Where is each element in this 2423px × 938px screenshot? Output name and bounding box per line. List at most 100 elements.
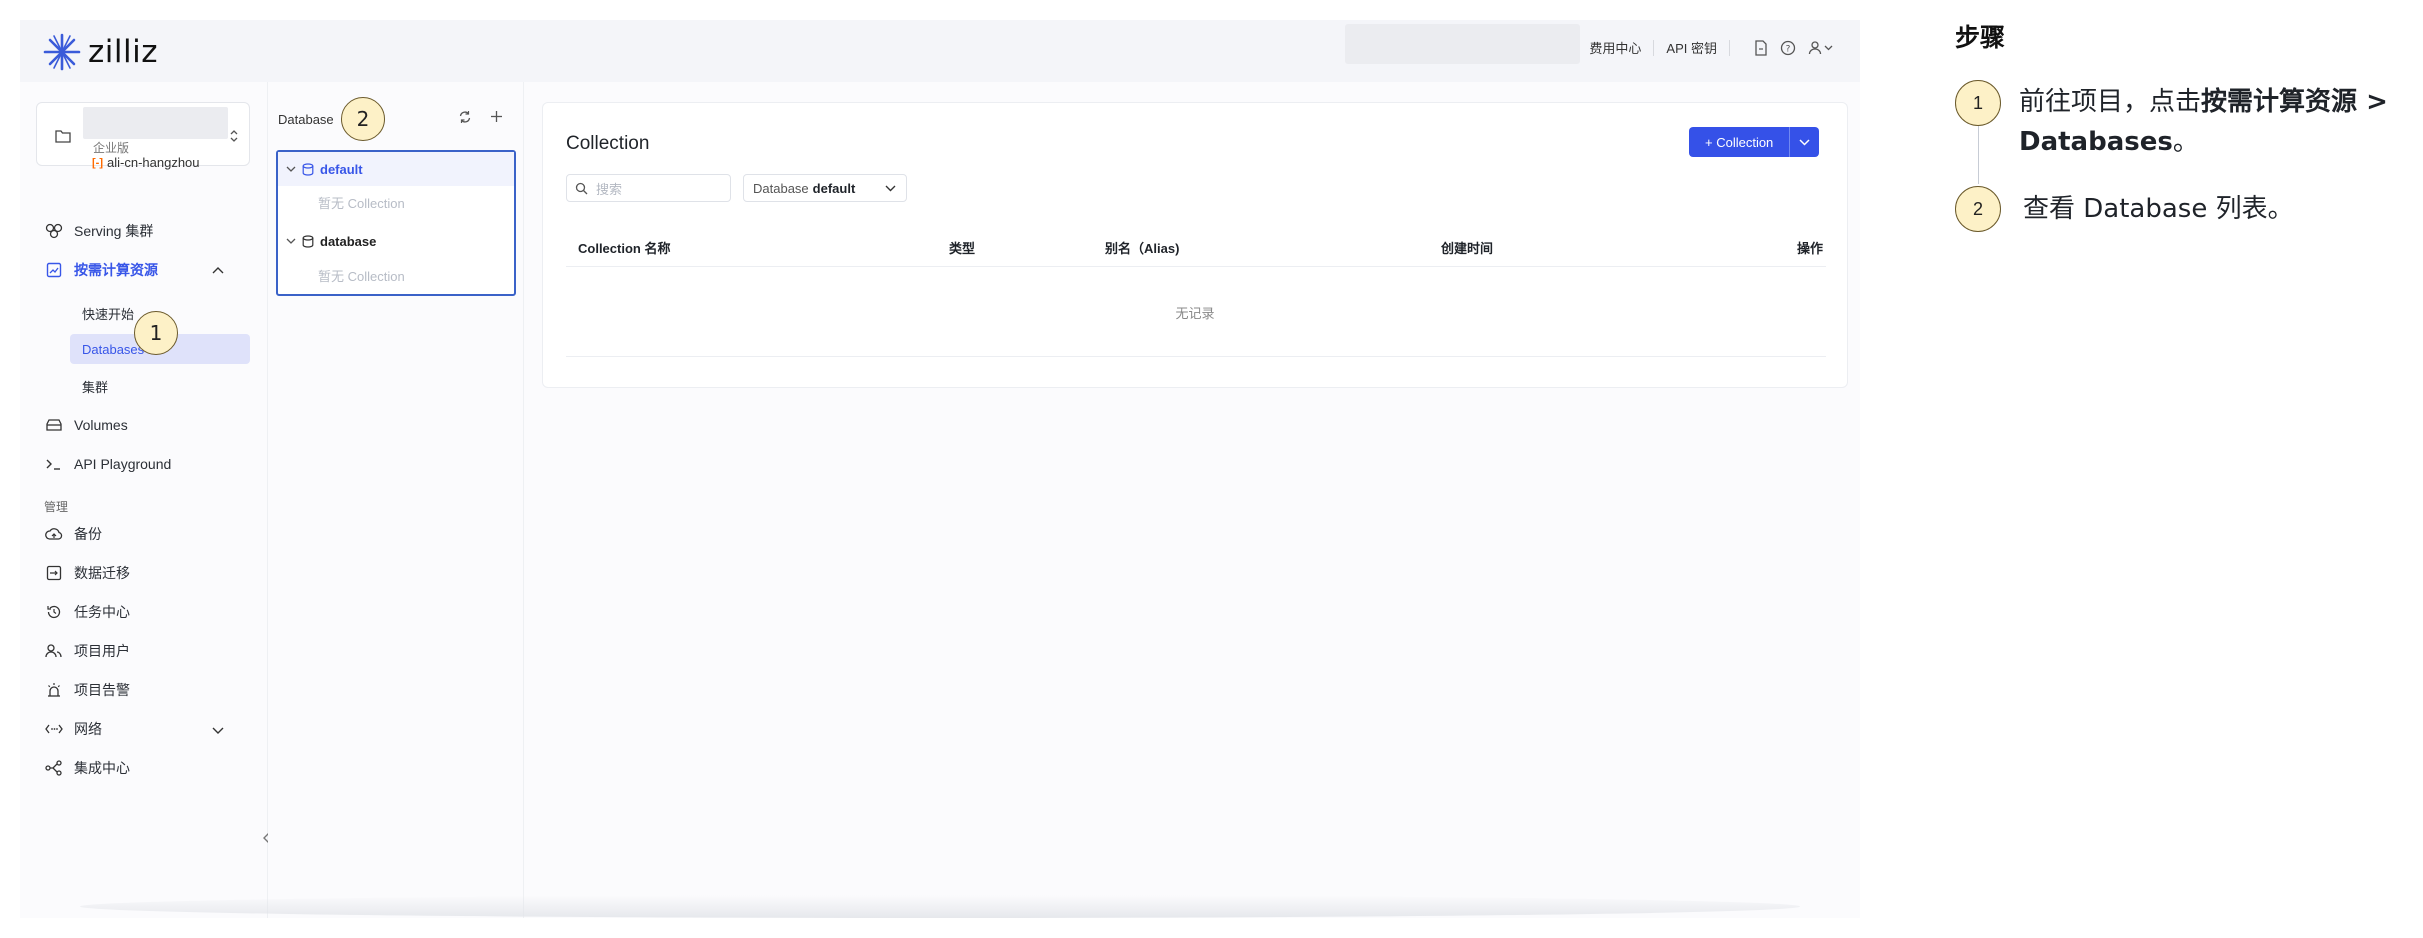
region-label: ali-cn-hangzhou: [107, 155, 200, 170]
nav-project-alarms[interactable]: 项目告警: [44, 675, 130, 705]
nav-serving-clusters[interactable]: Serving 集群: [44, 216, 153, 246]
steps-heading: 步骤: [1955, 23, 2006, 52]
project-name-redacted: [83, 107, 228, 139]
chevron-up-icon: [212, 262, 224, 278]
database-icon: [302, 162, 314, 176]
alarm-icon: [44, 682, 64, 698]
nav-data-migration[interactable]: 数据迁移: [44, 558, 130, 588]
nav-volumes[interactable]: Volumes: [44, 410, 128, 440]
column-header-created: 创建时间: [1441, 241, 1494, 256]
column-header-actions: 操作: [1797, 241, 1824, 256]
nav-label: 项目用户: [74, 643, 130, 659]
nav-label: Volumes: [74, 417, 128, 433]
nav-project-users[interactable]: 项目用户: [44, 636, 130, 666]
project-switcher[interactable]: 企业版 [-] ali-cn-hangzhou: [36, 102, 250, 170]
terminal-icon: [44, 457, 64, 471]
svg-text:?: ?: [1786, 44, 1791, 54]
column-header-alias: 别名（Alias): [1105, 241, 1180, 256]
nav-label: 备份: [74, 526, 102, 542]
help-icon[interactable]: ?: [1780, 40, 1796, 56]
divider: [1653, 39, 1655, 56]
search-icon: [575, 182, 588, 194]
tree-item-database[interactable]: database: [278, 224, 514, 258]
serving-icon: [44, 223, 64, 239]
nav-quick-start[interactable]: 快速开始: [82, 298, 134, 328]
network-icon: [44, 723, 64, 735]
nav-integration-center[interactable]: 集成中心: [44, 753, 130, 783]
step-number-1: 1: [1955, 80, 2001, 126]
empty-collection-label: 暂无 Collection: [318, 196, 405, 211]
refresh-icon[interactable]: [458, 110, 472, 128]
chevron-down-icon: [1799, 138, 1810, 146]
step-connector: [1978, 126, 1979, 184]
callout-marker-2: 2: [341, 97, 385, 141]
section-manage-label: 管理: [44, 500, 69, 514]
nav-label: 网络: [74, 721, 102, 737]
database-tree: default 暂无 Collection database 暂无 Collec…: [276, 150, 516, 296]
database-select-label: Database: [753, 180, 809, 196]
step-1-suffix: 。: [2172, 127, 2199, 157]
top-bar: zilliz 费用中心 API 密钥 ?: [20, 20, 1860, 82]
tree-item-default[interactable]: default: [278, 152, 514, 186]
empty-collection-label: 暂无 Collection: [318, 269, 405, 284]
nav-label: API Playground: [74, 456, 172, 472]
steps-panel: 步骤 1 前往项目，点击按需计算资源 > Databases。 2 查看 Dat…: [1955, 0, 2423, 938]
sidebar: 企业版 [-] ali-cn-hangzhou Serving 集群 按需计算资…: [20, 82, 268, 918]
divider: [566, 266, 1826, 267]
add-collection-button[interactable]: + Collection: [1689, 127, 1790, 157]
billing-link[interactable]: 费用中心: [1589, 38, 1641, 57]
project-region: [-] ali-cn-hangzhou: [92, 155, 200, 170]
chevron-down-icon: [885, 185, 896, 192]
callout-marker-1: 1: [134, 311, 178, 355]
database-select[interactable]: Database default: [743, 174, 907, 202]
database-name: default: [320, 161, 363, 177]
bottom-shadow: [80, 895, 1800, 918]
nav-network[interactable]: 网络: [44, 714, 250, 744]
volume-icon: [44, 418, 64, 432]
switch-arrows-icon: [229, 129, 239, 148]
divider: [566, 356, 1826, 357]
zilliz-logo[interactable]: zilliz: [42, 32, 158, 72]
user-menu-icon[interactable]: [1808, 40, 1834, 56]
search-placeholder: 搜索: [596, 181, 623, 197]
nav-clusters[interactable]: 集群: [82, 371, 108, 401]
database-icon: [302, 234, 314, 248]
top-nav: 费用中心 API 密钥 ?: [1589, 38, 1834, 57]
nav-label: 任务中心: [74, 604, 130, 620]
add-database-icon[interactable]: [490, 110, 503, 128]
folder-icon: [55, 129, 71, 148]
project-edition: 企业版: [93, 141, 130, 155]
step-1-prefix: 前往项目，点击: [2019, 87, 2202, 117]
empty-state: 无记录: [1175, 306, 1215, 321]
nav-api-playground[interactable]: API Playground: [44, 449, 171, 479]
zilliz-star-icon: [43, 33, 81, 71]
nav-backup[interactable]: 备份: [44, 519, 102, 549]
nav-task-center[interactable]: 任务中心: [44, 597, 130, 627]
column-header-type: 类型: [949, 241, 976, 256]
main-content: Collection + Collection 搜索 Database defa…: [524, 82, 1860, 918]
step-1-text: 前往项目，点击按需计算资源 > Databases。: [2019, 82, 2419, 162]
column-header-name: Collection 名称: [578, 241, 671, 256]
database-panel-actions: [458, 110, 503, 128]
page-title: Collection: [566, 133, 650, 154]
database-panel: Database default 暂无 Collection database …: [268, 82, 524, 918]
users-icon: [44, 644, 64, 658]
collection-search-input[interactable]: 搜索: [566, 174, 731, 202]
divider: [1729, 39, 1730, 56]
nav-label: 数据迁移: [74, 565, 130, 581]
aliyun-icon: [-]: [92, 156, 103, 169]
compute-icon: [44, 262, 64, 278]
task-icon: [44, 604, 64, 620]
chevron-down-icon: [286, 166, 296, 172]
redacted-area: [1345, 24, 1580, 64]
collection-card: Collection + Collection 搜索 Database defa…: [542, 102, 1848, 388]
nav-on-demand-compute[interactable]: 按需计算资源: [44, 255, 250, 285]
document-icon[interactable]: [1754, 39, 1768, 56]
backup-icon: [44, 526, 64, 542]
add-collection-button-group: + Collection: [1689, 127, 1820, 157]
nav-label: Serving 集群: [74, 223, 154, 239]
integration-icon: [44, 760, 64, 776]
api-key-link[interactable]: API 密钥: [1666, 38, 1717, 57]
nav-label: 按需计算资源: [74, 262, 158, 278]
add-collection-dropdown[interactable]: [1789, 127, 1820, 157]
